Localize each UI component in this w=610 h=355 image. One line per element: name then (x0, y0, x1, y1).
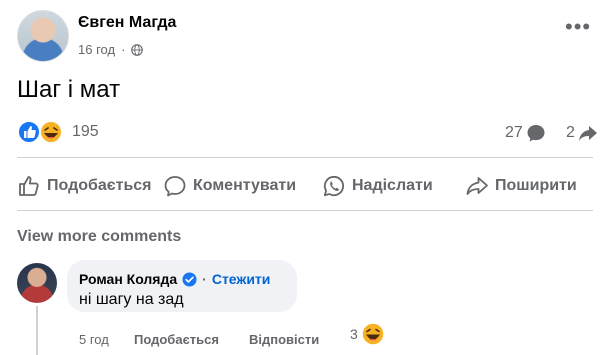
thumbs-up-icon (19, 176, 39, 196)
haha-icon (361, 322, 385, 346)
comment-like-button[interactable]: Подобається (134, 332, 219, 347)
post-meta: 16 год · (78, 42, 144, 57)
post-time[interactable]: 16 год (78, 42, 115, 57)
post-text: Шаг і мат (17, 76, 121, 103)
thread-line (36, 306, 38, 355)
comment-reaction-count: 3 (350, 326, 358, 342)
comment-bubble-icon (527, 125, 545, 142)
share-button[interactable]: Поширити (465, 174, 577, 198)
post-author-name[interactable]: Євген Магда (78, 14, 176, 32)
view-more-comments-link[interactable]: View more comments (17, 228, 181, 246)
like-icon (17, 120, 41, 144)
comment-author-name[interactable]: Роман Коляда (79, 271, 177, 287)
dot-separator: · (202, 271, 207, 287)
comment-reply-button[interactable]: Відповісти (249, 332, 319, 347)
divider (17, 157, 593, 158)
follow-button[interactable]: Стежити (212, 271, 271, 287)
comment-button-label: Коментувати (193, 177, 297, 194)
dot-separator: · (121, 42, 126, 57)
globe-icon (131, 43, 144, 56)
share-icon (466, 177, 488, 195)
comment-icon (164, 176, 186, 197)
like-button[interactable]: Подобається (17, 174, 152, 198)
comment-text: ні шагу на зад (79, 291, 184, 308)
share-arrow-icon (578, 126, 597, 141)
author-avatar[interactable] (17, 10, 69, 62)
divider (17, 210, 593, 211)
shares-count-link[interactable]: 2 (566, 123, 598, 143)
reactions-count[interactable]: 195 (72, 123, 99, 141)
comments-count: 27 (505, 124, 523, 141)
comment-button[interactable]: Коментувати (163, 174, 296, 198)
reaction-icons[interactable] (17, 120, 65, 144)
haha-icon (39, 120, 63, 144)
verified-badge-icon (182, 271, 197, 287)
more-options-icon[interactable]: ••• (565, 16, 591, 38)
comment-time[interactable]: 5 год (79, 332, 109, 347)
like-button-label: Подобається (47, 177, 152, 194)
comment-author-avatar[interactable] (17, 263, 57, 303)
whatsapp-icon (323, 175, 345, 197)
comments-count-link[interactable]: 27 (505, 123, 546, 143)
comment-header: Роман Коляда · Стежити (79, 271, 270, 287)
comment-reactions[interactable]: 3 (350, 322, 385, 346)
shares-count: 2 (566, 124, 575, 141)
send-button[interactable]: Надіслати (322, 174, 433, 198)
send-button-label: Надіслати (352, 177, 433, 194)
share-button-label: Поширити (495, 177, 577, 194)
